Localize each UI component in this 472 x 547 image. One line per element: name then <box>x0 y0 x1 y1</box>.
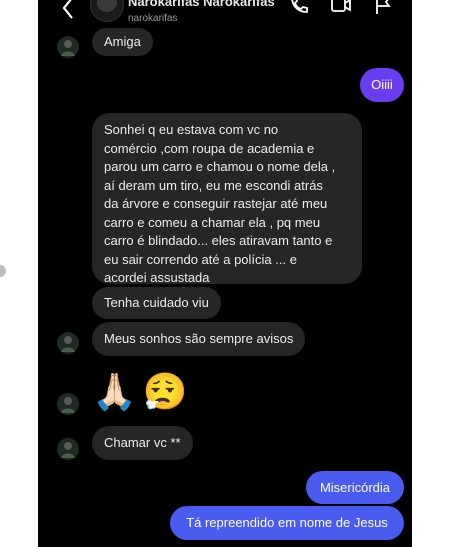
phone-call-icon[interactable] <box>288 0 310 16</box>
message-line: acordei assustada <box>104 270 210 285</box>
video-call-icon[interactable] <box>330 0 352 16</box>
chat-screen: Narokarifas Narokarifas narokarifas Amig… <box>38 0 412 547</box>
exhaling-face-emoji: 😮‍💨 <box>142 371 188 412</box>
sender-avatar[interactable] <box>57 36 79 58</box>
chat-header: Narokarifas Narokarifas narokarifas <box>38 0 412 28</box>
message-outgoing[interactable]: Oiiii <box>360 68 404 102</box>
contact-avatar[interactable] <box>90 0 124 22</box>
sender-avatar[interactable] <box>57 393 79 415</box>
edge-indicator <box>0 265 6 277</box>
sender-avatar[interactable] <box>57 332 79 354</box>
message-line: carro e comeu a chamar ela , pq meu <box>104 214 321 230</box>
message-incoming[interactable]: Chamar vc ** <box>92 426 193 460</box>
message-line: parou um carro e chamou o nome dela , <box>104 159 336 174</box>
message-outgoing[interactable]: Tá repreendido em nome de Jesus <box>170 506 404 540</box>
praying-hands-emoji: 🙏🏻 <box>92 371 137 412</box>
message-line: aí deram um tiro, eu me escondi atrás <box>104 177 323 193</box>
sender-avatar[interactable] <box>57 438 79 460</box>
message-incoming[interactable]: Tenha cuidado viu <box>92 287 221 319</box>
emoji-message[interactable]: 🙏🏻 😮‍💨 <box>92 370 188 414</box>
flag-icon[interactable] <box>372 0 394 16</box>
contact-handle: narokarifas <box>128 13 178 24</box>
message-incoming[interactable]: Amiga <box>92 28 153 56</box>
message-line: comércio ,com roupa de academia e <box>104 140 315 156</box>
message-line: da árvore e conseguir rastejar até meu <box>104 196 328 211</box>
message-incoming[interactable]: Meus sonhos são sempre avisos <box>92 322 306 356</box>
back-arrow-icon[interactable] <box>60 0 76 20</box>
contact-name[interactable]: Narokarifas Narokarifas <box>128 0 275 9</box>
message-line: carro é blindado... eles atiravam tanto … <box>104 233 333 248</box>
message-line: Sonhei q eu estava com vc no <box>104 122 279 137</box>
message-outgoing[interactable]: Misericórdia <box>306 471 404 504</box>
message-line: eu sair correndo até a polícia ... e <box>104 251 297 267</box>
message-incoming-long[interactable]: Sonhei q eu estava com vc no comércio ,c… <box>92 113 362 285</box>
